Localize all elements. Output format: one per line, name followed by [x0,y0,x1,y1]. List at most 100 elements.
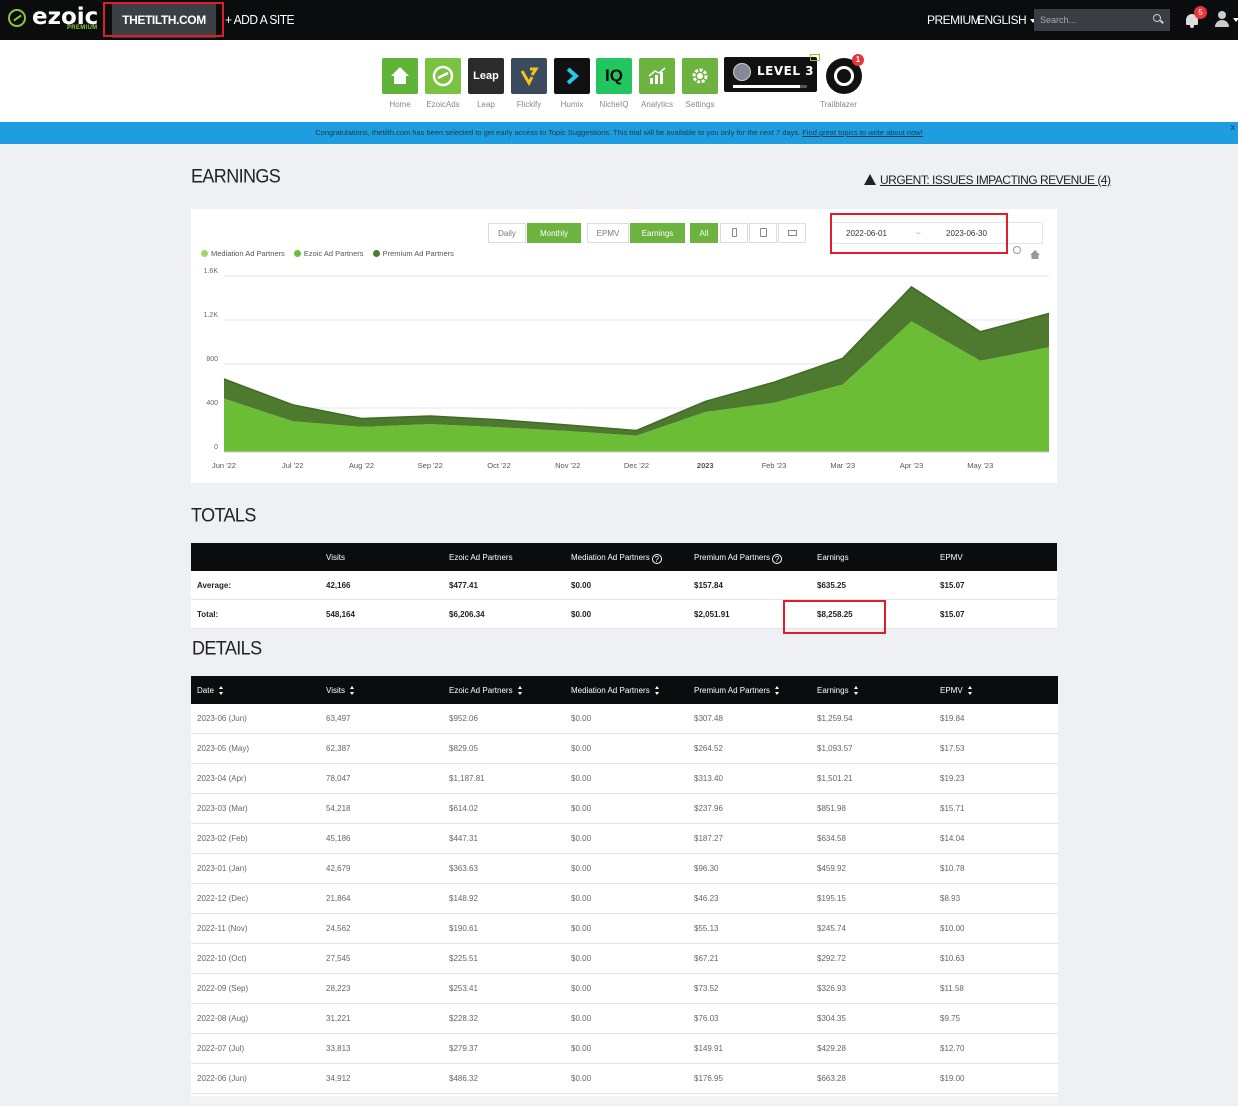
horizontal-scrollbar[interactable] [191,1096,1057,1104]
legend-item-ezoic[interactable]: Ezoic Ad Partners [293,249,364,258]
table-row: 2022-06 (Jun) 34,912 $486.32 $0.00 $176.95 $6… [191,1064,1058,1094]
sort-icon[interactable] [654,686,660,695]
help-icon[interactable]: ? [651,554,662,564]
banner-link[interactable]: Find great topics to write about now! [802,128,922,137]
earnings-button[interactable]: Earnings [630,223,685,243]
mobile-button[interactable] [720,223,748,243]
leap-icon: Leap [468,58,504,94]
table-cell: $228.32 [449,1014,478,1023]
column-header[interactable]: Mediation Ad Partners [571,686,660,695]
table-cell: 2023-05 (May) [197,744,250,753]
app-ezoicads[interactable]: EzoicAds [425,58,461,109]
table-cell: $148.92 [449,894,478,903]
sort-icon[interactable] [775,686,780,695]
table-cell: $952.06 [449,714,478,723]
app-leap[interactable]: Leap Leap [468,58,504,109]
level-badge[interactable]: LEVEL 3 [724,57,817,92]
ezoic-logo-icon [8,9,26,27]
column-header-label: Premium Ad Partners [694,686,771,695]
table-cell: $190.61 [449,924,478,933]
totals-table: Visits Ezoic Ad Partners Mediation Ad Part… [191,543,1057,629]
user-icon[interactable] [1214,11,1230,27]
table-cell: $313.40 [694,774,723,783]
help-icon[interactable]: ? [772,554,783,564]
sort-icon[interactable] [853,686,859,695]
desktop-button[interactable] [778,223,806,243]
user-chevron-down-icon[interactable] [1233,18,1238,22]
column-header[interactable]: Ezoic Ad Partners [449,686,523,695]
table-cell: $363.63 [449,864,478,873]
tablet-icon [759,228,767,237]
column-header[interactable]: Visits [326,686,355,695]
search-input[interactable] [1034,9,1170,31]
legend-item-mediation[interactable]: Mediation Ad Partners [201,249,285,258]
y-tick-label: 0 [214,444,218,451]
avatar [733,63,751,81]
trailblazer-icon[interactable]: 1 [826,54,864,94]
monthly-button[interactable]: Monthly [527,223,581,243]
app-settings[interactable]: Settings [682,58,718,109]
x-tick-label: Mar '23 [830,461,855,470]
daily-button[interactable]: Daily [488,223,526,243]
reset-zoom-home-icon[interactable] [1030,246,1040,259]
table-row: 2022-08 (Aug) 31,221 $228.32 $0.00 $76.03 $30… [191,1004,1058,1034]
column-header[interactable]: Premium Ad Partners [694,686,780,695]
table-cell: $10.63 [940,954,965,963]
add-site-link[interactable]: + ADD A SITE [225,13,295,28]
ezoic-logo[interactable]: ezoic PREMIUM [8,4,100,34]
table-cell: $0.00 [571,864,592,873]
column-header-label: Premium Ad Partners [694,553,771,562]
column-header[interactable]: Date [197,686,224,695]
table-cell: 24,562 [326,924,351,933]
table-cell: $8.93 [940,894,961,903]
sort-icon[interactable] [349,686,355,695]
search-icon[interactable] [1153,14,1161,22]
epmv-button[interactable]: EPMV [587,223,629,243]
column-header-label: Earnings [817,553,849,562]
table-cell: $829.05 [449,744,478,753]
table-row: Total: 548,164 $6,206.34 $0.00 $2,051.91 $8,2… [191,600,1057,629]
ezoicads-icon [425,58,461,94]
chart-legend: Mediation Ad Partners Ezoic Ad Partners … [201,249,461,258]
area-series-2 [224,321,1049,452]
sort-icon[interactable] [517,686,523,695]
premium-link[interactable]: PREMIUM [927,13,981,27]
tablet-button[interactable] [749,223,777,243]
urgent-issues-link[interactable]: URGENT: ISSUES IMPACTING REVENUE (4) [864,173,1111,187]
table-cell: $0.00 [571,1044,592,1053]
mail-icon[interactable] [810,54,820,61]
table-row: 2022-10 (Oct) 27,545 $225.51 $0.00 $67.21 $29… [191,944,1058,974]
app-flickify[interactable]: Flickify [511,58,547,109]
table-cell: $73.52 [694,984,719,993]
table-cell: $253.41 [449,984,478,993]
x-tick-label: Dec '22 [624,461,649,470]
sort-icon[interactable] [967,686,973,695]
app-home[interactable]: Home [382,58,418,109]
legend-item-premium[interactable]: Premium Ad Partners [372,249,454,258]
app-nicheiq[interactable]: IQ NicheIQ [596,58,632,109]
table-cell: $614.02 [449,804,478,813]
table-cell: $264.52 [694,744,723,753]
table-cell: Average: [197,580,231,590]
table-cell: $0.00 [571,984,592,993]
table-cell: $307.48 [694,714,723,723]
all-devices-button[interactable]: All [690,223,718,243]
table-cell: $1,259.54 [817,714,853,723]
app-analytics[interactable]: Analytics [639,58,675,109]
table-cell: 28,223 [326,984,351,993]
app-humix[interactable]: Humix [554,58,590,109]
table-cell: $0.00 [571,774,592,783]
earnings-title: EARNINGS [191,165,281,187]
x-tick-label: 2023 [697,461,714,470]
column-header[interactable]: EPMV [940,686,973,695]
table-cell: $55.13 [694,924,719,933]
table-cell: $2,051.91 [694,609,730,619]
language-dropdown[interactable]: ENGLISH [977,13,1037,27]
zoom-icon[interactable] [1013,246,1021,254]
close-icon[interactable]: x [1231,122,1236,132]
column-header[interactable]: Earnings [817,686,859,695]
sort-icon[interactable] [218,686,224,695]
table-cell: 2023-06 (Jun) [197,714,247,723]
column-header: Premium Ad Partners? [694,553,783,564]
table-cell: $0.00 [571,834,592,843]
